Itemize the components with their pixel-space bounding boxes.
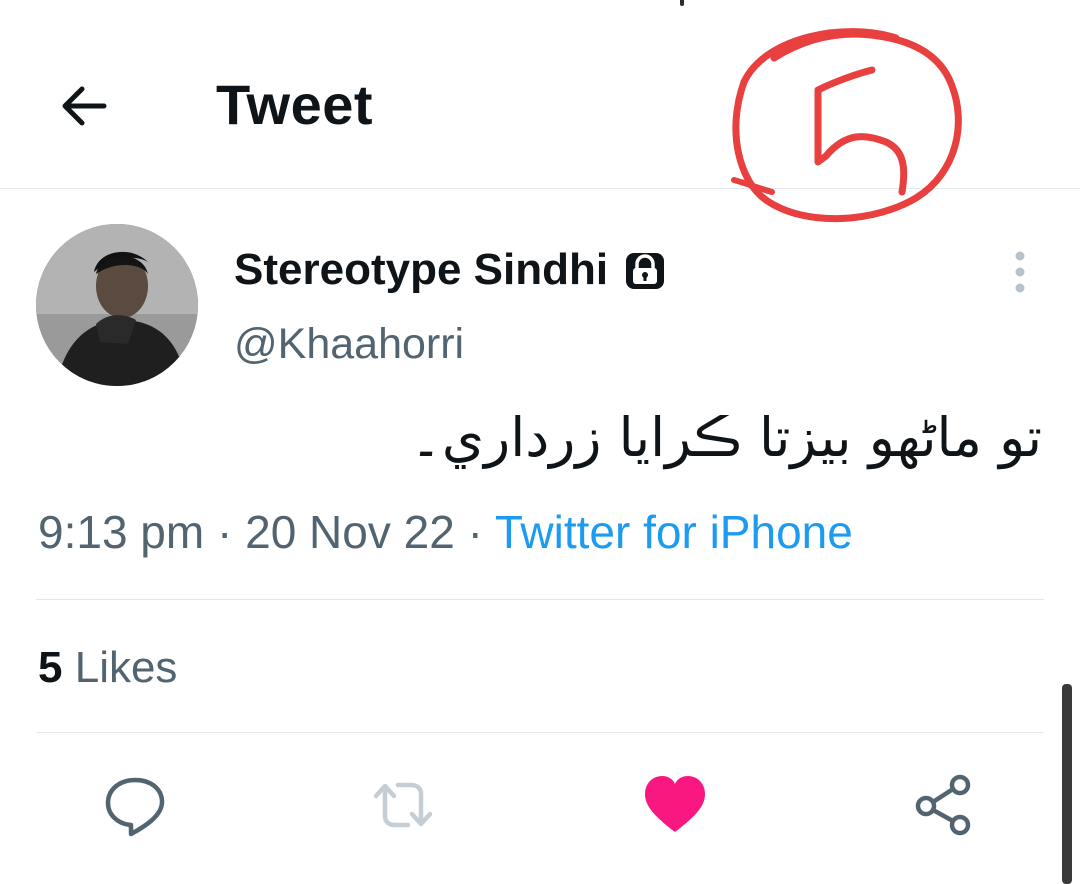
meta-separator: · — [217, 506, 233, 558]
likes-stat[interactable]: 5 Likes — [38, 640, 177, 696]
retweet-button[interactable] — [368, 770, 438, 840]
tweet-source-link[interactable]: Twitter for iPhone — [495, 506, 853, 558]
meta-separator: · — [467, 506, 483, 558]
tweet-header: Tweet — [0, 0, 1080, 189]
arrow-left-icon — [62, 86, 107, 126]
likes-count: 5 — [38, 643, 63, 692]
lock-icon — [622, 247, 668, 293]
divider — [36, 599, 1044, 600]
vertical-ellipsis-icon — [1015, 251, 1025, 293]
tweet-date[interactable]: 20 Nov 22 — [245, 506, 455, 558]
author-display-name-row[interactable]: Stereotype Sindhi — [234, 240, 668, 300]
tweet-metadata: 9:13 pm · 20 Nov 22 · Twitter for iPhone — [38, 502, 853, 562]
likes-label: Likes — [74, 643, 178, 692]
like-button[interactable] — [640, 770, 710, 840]
author-display-name[interactable]: Stereotype Sindhi — [234, 240, 608, 300]
more-options-button[interactable] — [1000, 248, 1040, 298]
tweet-text: تو ماڻھو بيزتا ڪرايا زرداري۔ — [410, 406, 1042, 469]
avatar[interactable] — [36, 224, 198, 386]
scrollbar[interactable] — [1062, 684, 1072, 884]
author-handle[interactable]: @Khaahorri — [234, 314, 464, 374]
divider — [36, 732, 1044, 733]
profile-photo — [36, 224, 198, 386]
retweet-arrows-icon — [373, 782, 433, 828]
tweet-time[interactable]: 9:13 pm — [38, 506, 204, 558]
share-button[interactable] — [910, 770, 980, 840]
share-nodes-icon — [915, 774, 971, 836]
heart-icon — [645, 776, 705, 832]
reply-button[interactable] — [100, 770, 170, 840]
page-title: Tweet — [216, 73, 374, 136]
speech-bubble-icon — [105, 777, 165, 837]
back-button[interactable] — [54, 76, 114, 136]
